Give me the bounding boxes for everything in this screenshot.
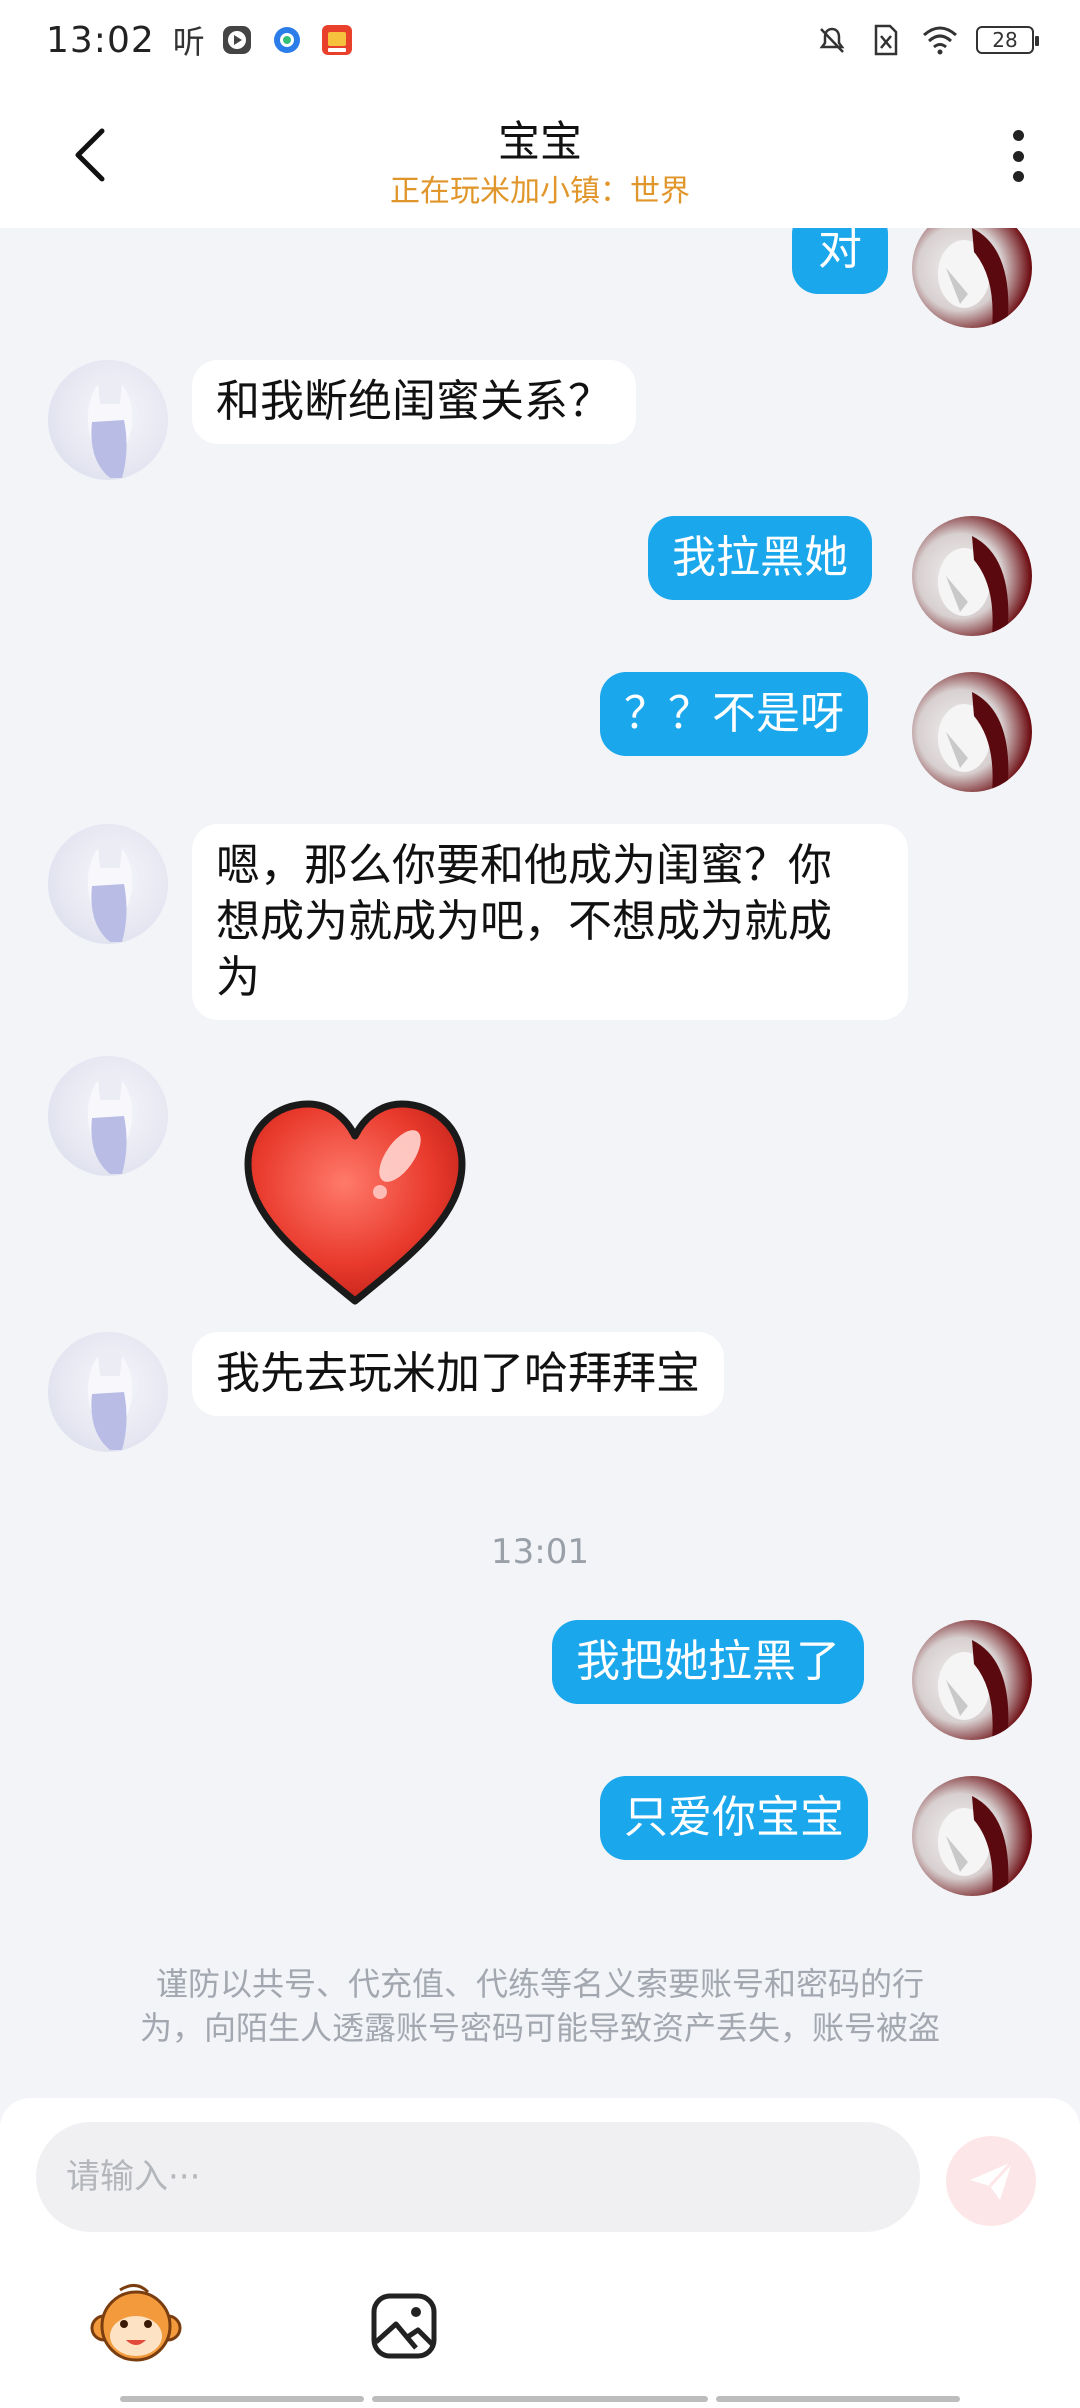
message-bubble-received[interactable]: 和我断绝闺蜜关系？ [192, 360, 636, 444]
ting-glyph: 听 [172, 23, 205, 61]
safety-notice-line: 为，向陌生人透露账号密码可能导致资产丢失，账号被盗 [139, 2009, 940, 2047]
status-right-icons: 28 [814, 22, 1039, 58]
contact-status: 正在玩米加小镇：世界 [390, 174, 690, 209]
my-avatar[interactable] [912, 1776, 1032, 1896]
message-line: 嗯，那么你要和他成为闺蜜？你 [216, 840, 832, 891]
message-bubble-sent[interactable]: ？？不是呀 [600, 672, 868, 756]
my-avatar[interactable] [912, 1620, 1032, 1740]
chat-header: 宝宝 正在玩米加小镇：世界 [0, 80, 1080, 228]
contact-avatar[interactable] [48, 1332, 168, 1452]
send-icon [970, 2160, 1014, 2200]
status-left-icons: 听 [173, 17, 355, 63]
safety-notice: 谨防以共号、代充值、代练等名义索要账号和密码的行 为，向陌生人透露账号密码可能导… [70, 1962, 1010, 2050]
app-icon [319, 22, 355, 58]
heart-sticker[interactable] [240, 1096, 470, 1316]
contact-avatar[interactable] [48, 1056, 168, 1176]
home-indicator [120, 2396, 364, 2402]
emoji-button[interactable] [88, 2278, 184, 2374]
message-bubble-received[interactable]: 嗯，那么你要和他成为闺蜜？你 想成为就成为吧，不想成为就成 为 [192, 824, 908, 1020]
status-bar: 13:02 听 28 [0, 0, 1080, 80]
home-indicator [716, 2396, 960, 2402]
monkey-face-icon [90, 2284, 182, 2362]
more-options-button[interactable] [996, 124, 1040, 188]
message-bubble-sent[interactable]: 对 [792, 228, 888, 294]
more-dot-icon [1012, 130, 1024, 141]
chat-messages[interactable]: 对 和我断绝闺蜜关系？ 我拉黑她 ？？不是呀 嗯，那么你要和他成为闺蜜？你 想成… [0, 228, 1080, 2098]
my-avatar[interactable] [912, 516, 1032, 636]
wifi-icon [922, 22, 958, 58]
message-bubble-sent[interactable]: 我拉黑她 [648, 516, 872, 600]
message-bubble-received[interactable]: 我先去玩米加了哈拜拜宝 [192, 1332, 724, 1416]
message-bubble-sent[interactable]: 我把她拉黑了 [552, 1620, 864, 1704]
safety-notice-line: 谨防以共号、代充值、代练等名义索要账号和密码的行 [155, 1965, 924, 2003]
browser-icon [269, 22, 305, 58]
battery-icon: 28 [976, 26, 1039, 54]
message-input[interactable] [36, 2122, 920, 2232]
status-time: 13:02 [46, 19, 155, 61]
time-divider: 13:01 [491, 1532, 589, 1572]
message-line: 想成为就成为吧，不想成为就成 [216, 896, 832, 947]
sim-icon [868, 22, 904, 58]
mute-icon [814, 22, 850, 58]
my-avatar[interactable] [912, 672, 1032, 792]
message-bubble-sent[interactable]: 只爱你宝宝 [600, 1776, 868, 1860]
play-icon [219, 22, 255, 58]
my-avatar[interactable] [912, 228, 1032, 328]
contact-avatar[interactable] [48, 824, 168, 944]
send-button[interactable] [946, 2136, 1036, 2226]
message-line: 为 [216, 952, 260, 1003]
more-dot-icon [1012, 150, 1024, 162]
contact-avatar[interactable] [48, 360, 168, 480]
home-indicator [372, 2396, 708, 2402]
image-button[interactable] [356, 2278, 452, 2374]
contact-name: 宝宝 [497, 117, 582, 166]
more-dot-icon [1012, 171, 1024, 182]
image-icon [371, 2293, 437, 2359]
input-panel [0, 2098, 1080, 2408]
